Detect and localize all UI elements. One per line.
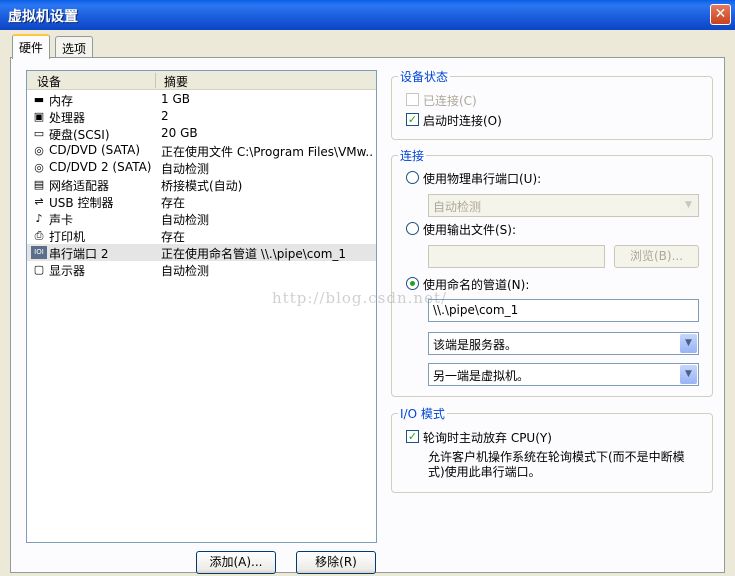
io-mode-group: I/O 模式 ✓ 轮询时主动放弃 CPU(Y) 允许客户机操作系统在轮询模式下(… [391,405,713,493]
pipe-name-input[interactable]: \\.\pipe\com_1 [428,299,699,322]
connect-at-power-on-checkbox[interactable]: ✓ [406,113,419,126]
other-end-value: 另一端是虚拟机。 [433,369,530,383]
device-name: 打印机 [49,230,86,244]
vm-settings-window: 虚拟机设置 ✕ 硬件 选项 设备 摘要 ▬ 内存 1 GB ▣ 处理器 2 ▭ 硬盘(SCSI… [0,0,735,576]
other-end-dropdown[interactable]: 另一端是虚拟机。 ▼ [428,363,699,386]
device-row[interactable]: ⎙ 打印机 存在 [27,227,376,244]
device-name: 硬盘(SCSI) [49,128,110,142]
output-file-label: 使用输出文件(S): [423,223,517,237]
device-summary: 存在 [161,196,186,210]
device-summary: 2 [161,109,169,123]
device-summary: 20 GB [161,126,198,140]
yield-cpu-checkbox[interactable]: ✓ [406,430,419,443]
device-summary: 正在使用命名管道 \\.\pipe\com_1 [161,247,347,261]
device-row[interactable]: ▤ 网络适配器 桥接模式(自动) [27,176,376,193]
usb-icon: ⇌ [34,195,44,208]
printer-icon: ⎙ [34,229,44,242]
output-file-radio[interactable] [406,222,419,235]
chevron-down-icon: ▼ [680,196,697,215]
memory-icon: ▬ [33,93,45,106]
device-name: USB 控制器 [49,196,114,210]
chevron-down-icon: ▼ [680,334,697,353]
device-row[interactable]: ⇌ USB 控制器 存在 [27,193,376,210]
cd-dvd-icon: ◎ [34,161,44,174]
device-summary: 存在 [161,230,186,244]
io-mode-description: 允许客户机操作系统在轮询模式下(而不是中断模式)使用此串行端口。 [428,450,685,479]
device-status-title: 设备状态 [398,68,451,85]
physical-port-value: 自动检测 [433,200,482,214]
remove-button[interactable]: 移除(R) [296,551,376,574]
tab-hardware[interactable]: 硬件 [12,34,51,59]
sound-card-icon: ♪ [35,212,43,225]
device-summary: 1 GB [161,92,190,106]
device-name: 声卡 [49,213,74,227]
device-row[interactable]: ▬ 内存 1 GB [27,91,376,108]
title-bar[interactable]: 虚拟机设置 ✕ [0,0,735,30]
physical-port-dropdown[interactable]: 自动检测 ▼ [428,194,699,217]
close-icon: ✕ [714,6,727,22]
this-end-dropdown[interactable]: 该端是服务器。 ▼ [428,332,699,355]
chevron-down-icon: ▼ [680,365,697,384]
browse-button[interactable]: 浏览(B)... [614,245,699,268]
close-button[interactable]: ✕ [710,4,731,25]
harddisk-icon: ▭ [33,127,45,140]
tab-panel: 设备 摘要 ▬ 内存 1 GB ▣ 处理器 2 ▭ 硬盘(SCSI) 20 GB ◎ CD/DVD … [10,57,725,574]
output-file-input[interactable] [428,245,605,268]
tab-options[interactable]: 选项 [55,36,94,58]
cd-dvd-icon: ◎ [34,144,44,157]
device-row[interactable]: ▣ 处理器 2 [27,108,376,125]
connected-label: 已连接(C) [423,94,477,108]
this-end-value: 该端是服务器。 [433,338,518,352]
device-name: 显示器 [49,264,86,278]
device-summary: 自动检测 [161,162,210,176]
processor-icon: ▣ [33,110,45,123]
connection-title: 连接 [398,147,427,164]
device-name: CD/DVD (SATA) [49,143,141,157]
display-icon: ▢ [33,263,45,276]
device-row[interactable]: IOI 串行端口 2 正在使用命名管道 \\.\pipe\com_1 [27,244,376,261]
device-status-group: 设备状态 已连接(C) ✓ 启动时连接(O) [391,68,713,140]
serial-port-icon: IOI [31,246,47,259]
device-name: CD/DVD 2 (SATA) [49,160,152,174]
column-divider[interactable] [155,73,156,88]
watermark: http://blog.csdn.net/ [272,289,448,307]
io-mode-title: I/O 模式 [398,405,447,422]
list-header: 设备 摘要 [27,71,376,90]
device-row[interactable]: ◎ CD/DVD (SATA) 正在使用文件 C:\Program Files\VM… [27,142,376,159]
network-adapter-icon: ▤ [33,178,45,191]
column-header-device[interactable]: 设备 [37,73,61,90]
device-name: 内存 [49,94,74,108]
column-header-summary[interactable]: 摘要 [164,73,188,90]
device-row[interactable]: ▢ 显示器 自动检测 [27,261,376,278]
connected-checkbox[interactable] [406,93,419,106]
add-button[interactable]: 添加(A)... [196,551,276,574]
physical-port-radio[interactable] [406,171,419,184]
device-name: 网络适配器 [49,179,110,193]
window-title: 虚拟机设置 [8,9,78,25]
connection-group: 连接 使用物理串行端口(U): 自动检测 ▼ 使用输出文件(S): 浏览(B).… [391,147,713,397]
device-name: 处理器 [49,111,86,125]
device-summary: 自动检测 [161,264,210,278]
device-summary: 正在使用文件 C:\Program Files\VMw... [161,145,373,159]
physical-port-label: 使用物理串行端口(U): [423,172,542,186]
device-row[interactable]: ▭ 硬盘(SCSI) 20 GB [27,125,376,142]
device-row[interactable]: ◎ CD/DVD 2 (SATA) 自动检测 [27,159,376,176]
yield-cpu-label: 轮询时主动放弃 CPU(Y) [423,431,552,445]
device-row[interactable]: ♪ 声卡 自动检测 [27,210,376,227]
connect-at-power-on-label: 启动时连接(O) [423,114,502,128]
device-summary: 自动检测 [161,213,210,227]
device-name: 串行端口 2 [49,247,109,261]
device-summary: 桥接模式(自动) [161,179,243,193]
